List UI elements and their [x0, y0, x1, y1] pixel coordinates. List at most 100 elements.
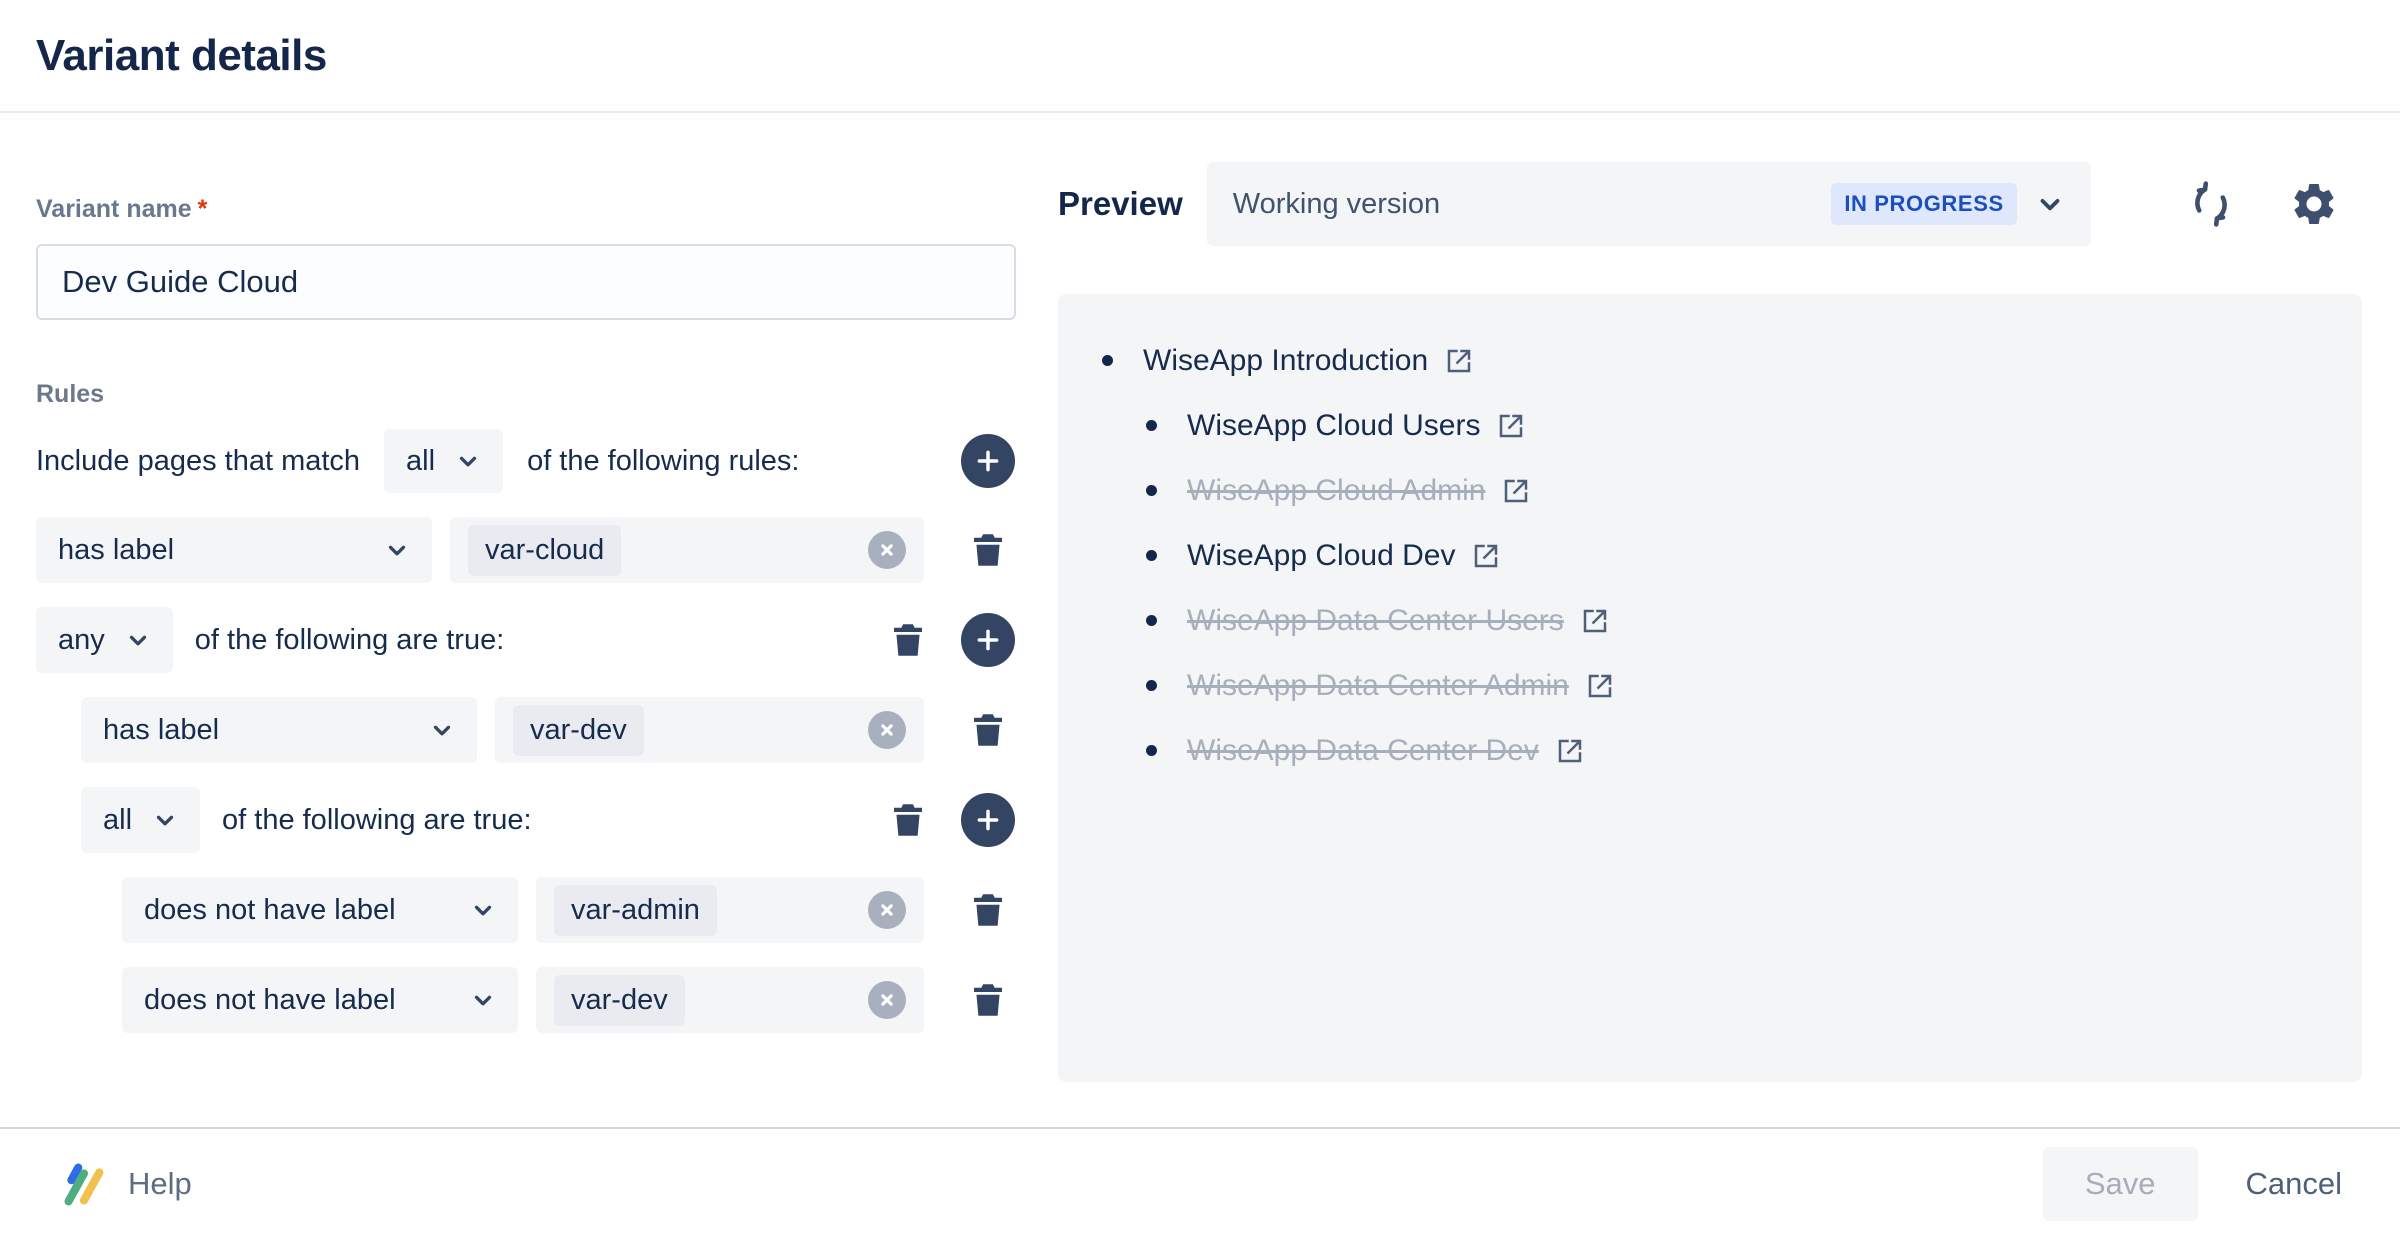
delete-rule-button[interactable] — [967, 979, 1009, 1021]
remove-label-button[interactable] — [868, 891, 906, 929]
preview-settings-button[interactable] — [2289, 179, 2339, 229]
external-link-icon[interactable] — [1471, 541, 1501, 571]
rules-editor: Variant name* Dev Guide Cloud Rules Incl… — [36, 113, 1016, 1033]
gear-icon — [2289, 179, 2339, 229]
plus-icon — [975, 448, 1001, 474]
required-asterisk: * — [198, 195, 208, 223]
trash-icon — [967, 889, 1009, 931]
logo-icon — [58, 1160, 108, 1208]
plus-icon — [975, 807, 1001, 833]
preview-page-item: WiseApp Cloud Dev — [1146, 523, 2332, 588]
rule-value-field[interactable]: var-cloud — [450, 517, 924, 583]
rule-row: has label var-dev — [81, 697, 1016, 763]
app-logo — [58, 1160, 108, 1208]
rule-group-row: all of the following are true: — [81, 787, 1016, 853]
bullet-icon — [1146, 615, 1157, 626]
rule-row: does not have label var-admin — [122, 877, 1016, 943]
remove-label-button[interactable] — [868, 531, 906, 569]
chevron-down-icon — [384, 537, 410, 563]
plus-icon — [975, 627, 1001, 653]
external-link-icon[interactable] — [1585, 671, 1615, 701]
chevron-down-icon — [455, 448, 481, 474]
rules-label: Rules — [36, 380, 1016, 409]
preview-page-item-excluded: WiseApp Data Center Dev — [1146, 718, 2332, 783]
variant-name-value: Dev Guide Cloud — [62, 264, 298, 300]
rule-operator-select[interactable]: does not have label — [122, 967, 518, 1033]
close-icon — [876, 899, 898, 921]
match-type-select[interactable]: all — [384, 429, 503, 493]
rule-operator-select[interactable]: has label — [36, 517, 432, 583]
save-button[interactable]: Save — [2043, 1147, 2198, 1221]
preview-page-item-excluded: WiseApp Data Center Users — [1146, 588, 2332, 653]
version-select[interactable]: Working version IN PROGRESS — [1207, 162, 2091, 246]
close-icon — [876, 989, 898, 1011]
chevron-down-icon — [125, 627, 151, 653]
add-rule-button[interactable] — [961, 434, 1015, 488]
external-link-icon[interactable] — [1555, 736, 1585, 766]
bullet-icon — [1102, 355, 1113, 366]
external-link-icon[interactable] — [1580, 606, 1610, 636]
match-prefix-text: Include pages that match — [36, 445, 360, 478]
refresh-preview-button[interactable] — [2187, 180, 2235, 228]
rule-operator-select[interactable]: does not have label — [122, 877, 518, 943]
label-tag: var-dev — [554, 975, 685, 1026]
delete-group-button[interactable] — [887, 799, 929, 841]
rule-operator-select[interactable]: has label — [81, 697, 477, 763]
status-badge: IN PROGRESS — [1831, 183, 2016, 225]
close-icon — [876, 539, 898, 561]
remove-label-button[interactable] — [868, 711, 906, 749]
label-tag: var-dev — [513, 705, 644, 756]
trash-icon — [967, 529, 1009, 571]
dialog-header: Variant details — [0, 0, 2400, 113]
chevron-down-icon — [470, 987, 496, 1013]
rule-value-field[interactable]: var-admin — [536, 877, 924, 943]
refresh-icon — [2187, 180, 2235, 228]
preview-page-item: WiseApp Introduction — [1102, 328, 2332, 393]
delete-rule-button[interactable] — [967, 709, 1009, 751]
rule-value-field[interactable]: var-dev — [536, 967, 924, 1033]
bullet-icon — [1146, 680, 1157, 691]
version-name: Working version — [1233, 188, 1440, 221]
bullet-icon — [1146, 550, 1157, 561]
cancel-button[interactable]: Cancel — [2246, 1166, 2343, 1202]
add-nested-rule-button[interactable] — [961, 613, 1015, 667]
remove-label-button[interactable] — [868, 981, 906, 1019]
close-icon — [876, 719, 898, 741]
help-link[interactable]: Help — [128, 1166, 192, 1202]
preview-label: Preview — [1058, 185, 1183, 223]
group-suffix-text: of the following are true: — [222, 804, 532, 837]
variant-details-dialog: Variant details Variant name* Dev Guide … — [0, 0, 2400, 1238]
dialog-footer: Help Save Cancel — [0, 1127, 2400, 1238]
rule-row: does not have label var-dev — [122, 967, 1016, 1033]
variant-name-input[interactable]: Dev Guide Cloud — [36, 244, 1016, 320]
label-tag: var-cloud — [468, 525, 621, 576]
match-suffix-text: of the following rules: — [527, 445, 799, 478]
group-match-select[interactable]: any — [36, 607, 173, 673]
top-match-row: Include pages that match all of the foll… — [36, 429, 1016, 493]
preview-page-item-excluded: WiseApp Cloud Admin — [1146, 458, 2332, 523]
external-link-icon[interactable] — [1501, 476, 1531, 506]
rule-value-field[interactable]: var-dev — [495, 697, 924, 763]
external-link-icon[interactable] — [1496, 411, 1526, 441]
group-match-select[interactable]: all — [81, 787, 200, 853]
external-link-icon[interactable] — [1444, 346, 1474, 376]
group-suffix-text: of the following are true: — [195, 624, 505, 657]
delete-rule-button[interactable] — [967, 529, 1009, 571]
add-nested-rule-button[interactable] — [961, 793, 1015, 847]
rule-row: has label var-cloud — [36, 517, 1016, 583]
delete-rule-button[interactable] — [967, 889, 1009, 931]
rule-group-row: any of the following are true: — [36, 607, 1016, 673]
preview-page-item: WiseApp Cloud Users — [1146, 393, 2332, 458]
chevron-down-icon — [470, 897, 496, 923]
trash-icon — [967, 979, 1009, 1021]
variant-name-label: Variant name* — [36, 195, 1016, 224]
footer-actions: Save Cancel — [2043, 1147, 2342, 1221]
chevron-down-icon — [429, 717, 455, 743]
delete-group-button[interactable] — [887, 619, 929, 661]
preview-header: Preview Working version IN PROGRESS — [1058, 162, 2364, 246]
page-title: Variant details — [36, 31, 327, 81]
bullet-icon — [1146, 485, 1157, 496]
label-tag: var-admin — [554, 885, 717, 936]
trash-icon — [887, 619, 929, 661]
preview-page-item-excluded: WiseApp Data Center Admin — [1146, 653, 2332, 718]
